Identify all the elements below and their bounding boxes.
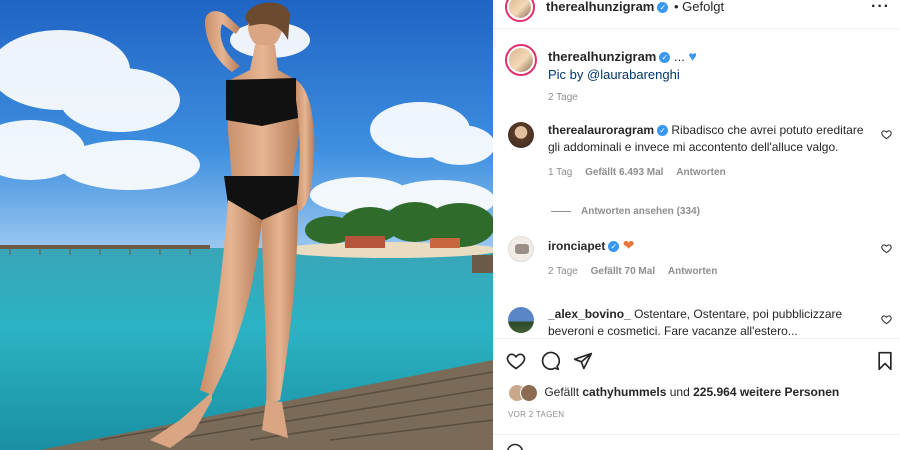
comment-body: _alex_bovino_ Ostentare, Ostentare, poi …	[548, 306, 878, 340]
post-photo	[0, 0, 493, 450]
caption: therealhunzigram ✓ ... ♥ Pic by @laurabar…	[548, 47, 697, 84]
comment-body: ironciapet ✓ ❤	[548, 236, 634, 255]
comment-meta: 1 Tag Gefällt 6.493 Mal Antworten	[548, 167, 726, 178]
likes-count[interactable]: 225.964 weitere Personen	[693, 385, 839, 399]
liker-username[interactable]: cathyhummels	[582, 385, 666, 399]
follow-status[interactable]: • Gefolgt	[674, 0, 724, 14]
verified-badge-icon: ✓	[657, 125, 669, 137]
heart-icon[interactable]	[506, 351, 526, 371]
likes-prefix: Gefällt	[544, 385, 580, 400]
liker-avatar[interactable]	[520, 384, 538, 402]
verified-badge-icon: ✓	[659, 52, 671, 64]
comment-reply-button[interactable]: Antworten	[668, 266, 717, 277]
verified-badge-icon: ✓	[657, 2, 669, 14]
comment-body: therealauroragram ✓ Ribadisco che avrei p…	[548, 122, 878, 156]
author-username[interactable]: therealhunzigram	[546, 0, 654, 14]
comment-likes[interactable]: Gefällt 70 Mal	[591, 266, 655, 277]
post-header: therealhunzigram ✓ • Gefolgt ···	[493, 0, 900, 29]
comment-time: 2 Tage	[548, 266, 578, 277]
caption-avatar[interactable]	[505, 44, 537, 76]
post-date: VOR 2 TAGEN	[508, 410, 565, 419]
comment-time: 1 Tag	[548, 167, 573, 178]
comment-reply-button[interactable]: Antworten	[676, 167, 725, 178]
bookmark-icon[interactable]	[876, 351, 894, 371]
comment-icon[interactable]	[540, 351, 560, 371]
post-sidebar: therealhunzigram ✓ • Gefolgt ··· therealh…	[493, 0, 900, 450]
verified-badge-icon: ✓	[608, 241, 620, 253]
likes-summary: Gefällt cathyhummels und 225.964 weitere…	[508, 384, 839, 402]
comment-meta: 2 Tage Gefällt 70 Mal Antworten	[548, 266, 717, 277]
paper-plane-icon[interactable]	[573, 351, 593, 371]
comment-like-heart-icon[interactable]	[881, 243, 892, 254]
action-bar: Gefällt cathyhummels und 225.964 weitere…	[493, 338, 900, 450]
comment-username[interactable]: _alex_bovino_	[548, 307, 631, 321]
caption-age: 2 Tage	[548, 92, 578, 103]
comment-username[interactable]: ironciapet	[548, 239, 605, 253]
heart-emoji-icon: ❤	[622, 237, 635, 253]
blue-heart-icon: ♥	[688, 48, 697, 64]
caption-credit: Pic by @laurabarenghi	[548, 67, 680, 82]
author-avatar[interactable]	[505, 0, 535, 22]
caption-ellipsis: ...	[673, 49, 685, 64]
add-comment-bar	[493, 434, 900, 450]
comment-likes[interactable]: Gefällt 6.493 Mal	[585, 167, 663, 178]
comment-avatar[interactable]	[508, 236, 534, 262]
comment-avatar[interactable]	[508, 307, 534, 333]
comment-username[interactable]: therealauroragram	[548, 123, 654, 137]
comment-like-heart-icon[interactable]	[881, 129, 892, 140]
comment-like-heart-icon[interactable]	[881, 314, 892, 325]
caption-username[interactable]: therealhunzigram	[548, 49, 656, 64]
more-dots-icon[interactable]: ···	[871, 0, 890, 16]
comment-avatar[interactable]	[508, 122, 534, 148]
emoji-icon[interactable]	[506, 443, 524, 450]
view-replies[interactable]: Antworten ansehen (334)	[551, 206, 700, 217]
likes-mid: und	[669, 385, 690, 400]
